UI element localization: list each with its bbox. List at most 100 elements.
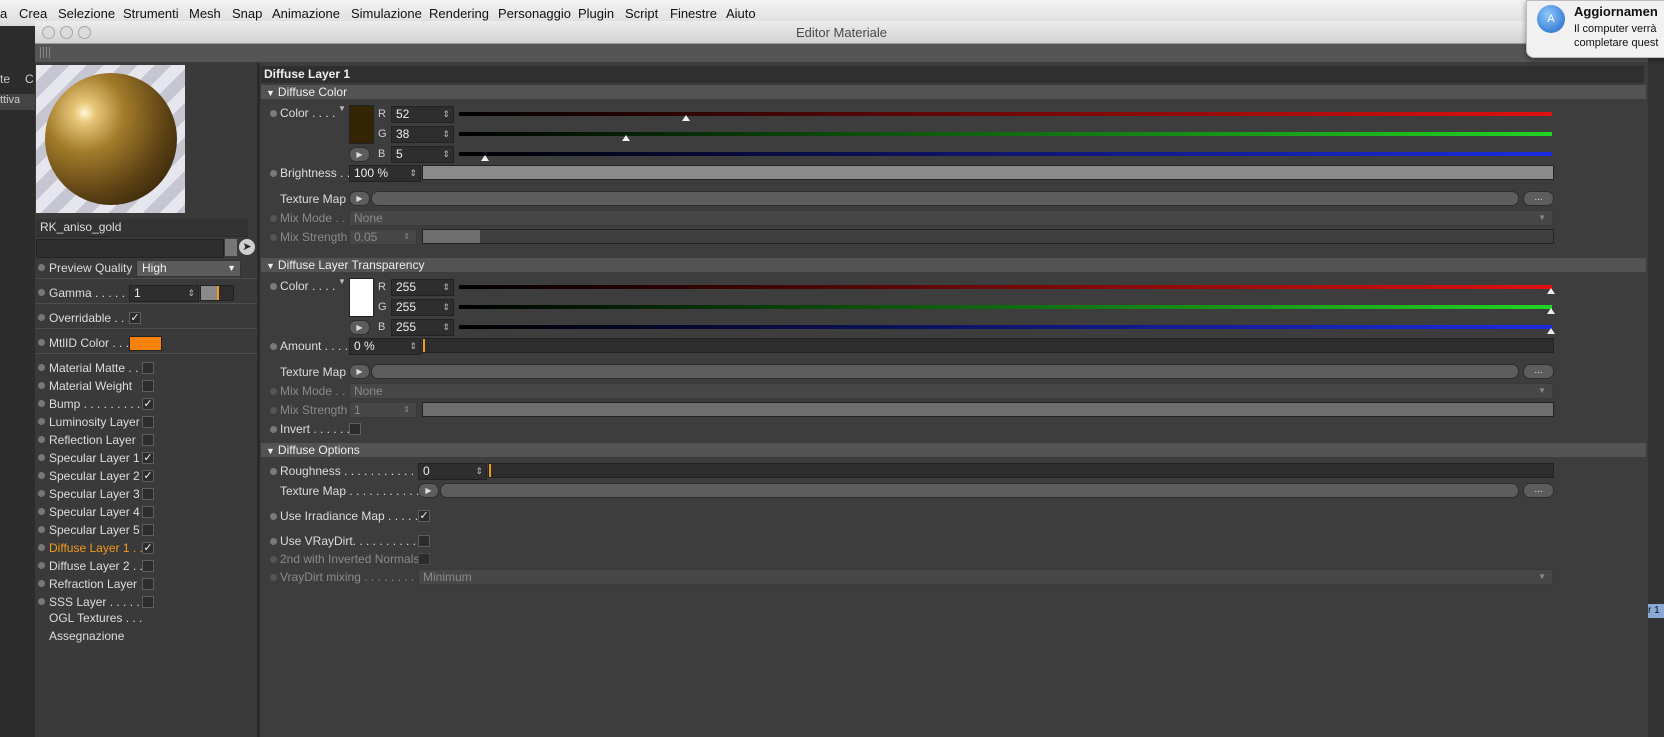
animate-bullet-icon[interactable] <box>270 513 277 520</box>
slider-handle[interactable] <box>1547 308 1555 314</box>
channel-checkbox[interactable] <box>142 488 154 500</box>
channel-item[interactable]: Reflection Layer <box>35 431 257 449</box>
blue-field[interactable]: 255 ⇕ <box>391 319 454 336</box>
mix-strength-slider[interactable] <box>422 229 1554 244</box>
spinner-icon[interactable]: ⇕ <box>409 166 417 181</box>
texture-map-button[interactable]: ▶ <box>349 191 370 206</box>
spinner-icon[interactable]: ⇕ <box>187 286 195 301</box>
update-notification[interactable]: A Aggiornamen Il computer verrà completar… <box>1526 0 1664 58</box>
channel-item[interactable]: Bump . . . . . . . . . . ✓ <box>35 395 257 413</box>
mtlid-color-swatch[interactable] <box>129 336 162 351</box>
gamma-slider[interactable] <box>200 285 234 301</box>
slider-handle[interactable] <box>481 155 489 161</box>
mix-mode-dropdown[interactable]: None ▼ <box>349 210 1553 226</box>
channel-item[interactable]: Specular Layer 3 <box>35 485 257 503</box>
channel-checkbox[interactable] <box>142 560 154 572</box>
green-field[interactable]: 255 ⇕ <box>391 299 454 316</box>
animate-bullet-icon[interactable] <box>38 264 45 271</box>
mix-strength-slider[interactable] <box>422 402 1554 417</box>
section-diffuse-color[interactable]: ▼ Diffuse Color <box>261 85 1646 99</box>
channel-checkbox[interactable]: ✓ <box>142 470 154 482</box>
animate-bullet-icon[interactable] <box>38 314 45 321</box>
red-field[interactable]: 52 ⇕ <box>391 106 454 123</box>
animate-bullet-icon[interactable] <box>270 388 277 395</box>
blue-slider[interactable] <box>459 325 1555 334</box>
color-picker-button[interactable]: ▶ <box>349 147 370 162</box>
animate-bullet-icon[interactable] <box>270 110 277 117</box>
channel-checkbox[interactable] <box>142 506 154 518</box>
channel-item[interactable]: Specular Layer 5 <box>35 521 257 539</box>
blue-slider[interactable] <box>459 152 1552 161</box>
channel-item[interactable]: Material Matte . . <box>35 359 257 377</box>
channel-checkbox[interactable]: ✓ <box>142 542 154 554</box>
spinner-icon[interactable]: ⇕ <box>442 147 450 162</box>
animate-bullet-icon[interactable] <box>38 544 45 551</box>
menu-item-snap[interactable]: Snap <box>232 6 262 21</box>
channel-item[interactable]: Diffuse Layer 2 . . <box>35 557 257 575</box>
spinner-icon[interactable]: ⇕ <box>442 280 450 295</box>
animate-bullet-icon[interactable] <box>270 234 277 241</box>
spinner-icon[interactable]: ⇕ <box>442 127 450 142</box>
animate-bullet-icon[interactable] <box>270 283 277 290</box>
brightness-slider[interactable] <box>422 165 1554 180</box>
animate-bullet-icon[interactable] <box>38 472 45 479</box>
texture-map-browse-button[interactable]: ... <box>1523 191 1554 206</box>
material-preview[interactable] <box>36 65 185 213</box>
animate-bullet-icon[interactable] <box>38 598 45 605</box>
animate-bullet-icon[interactable] <box>270 215 277 222</box>
channel-checkbox[interactable]: ✓ <box>142 398 154 410</box>
animate-bullet-icon[interactable] <box>38 339 45 346</box>
texture-map-button[interactable]: ▶ <box>418 483 439 498</box>
menu-item-a[interactable]: a <box>0 6 7 21</box>
animate-bullet-icon[interactable] <box>38 526 45 533</box>
animate-bullet-icon[interactable] <box>38 364 45 371</box>
channel-checkbox[interactable] <box>142 380 154 392</box>
menu-item-crea[interactable]: Crea <box>19 6 47 21</box>
menu-item-script[interactable]: Script <box>625 6 658 21</box>
mix-mode-dropdown[interactable]: None ▼ <box>349 383 1553 399</box>
animate-bullet-icon[interactable] <box>38 418 45 425</box>
texture-map-button[interactable]: ▶ <box>349 364 370 379</box>
animate-bullet-icon[interactable] <box>38 454 45 461</box>
red-field[interactable]: 255 ⇕ <box>391 279 454 296</box>
section-diffuse-options[interactable]: ▼ Diffuse Options <box>261 443 1646 457</box>
menu-item-mesh[interactable]: Mesh <box>189 6 221 21</box>
spinner-icon[interactable]: ⇕ <box>442 320 450 335</box>
animate-bullet-icon[interactable] <box>270 170 277 177</box>
spinner-icon[interactable]: ⇕ <box>442 107 450 122</box>
animate-bullet-icon[interactable] <box>38 289 45 296</box>
channel-checkbox[interactable] <box>142 416 154 428</box>
menu-item-finestre[interactable]: Finestre <box>670 6 717 21</box>
spinner-icon[interactable]: ⇕ <box>475 464 483 479</box>
menu-item-personaggio[interactable]: Personaggio <box>498 6 571 21</box>
channel-checkbox[interactable] <box>142 434 154 446</box>
menu-item-animazione[interactable]: Animazione <box>272 6 340 21</box>
preview-quality-dropdown[interactable]: High ▼ <box>136 260 241 277</box>
channel-item[interactable]: Specular Layer 4 <box>35 503 257 521</box>
transparency-color-swatch[interactable] <box>349 278 374 317</box>
channel-checkbox[interactable] <box>142 524 154 536</box>
chevron-down-icon[interactable]: ▼ <box>338 100 346 118</box>
assignment-row[interactable]: Assegnazione <box>35 627 257 645</box>
slider-handle[interactable] <box>622 135 630 141</box>
chevron-down-icon[interactable]: ▼ <box>338 273 346 291</box>
green-field[interactable]: 38 ⇕ <box>391 126 454 143</box>
texture-map-field[interactable] <box>371 191 1519 206</box>
animate-bullet-icon[interactable] <box>38 562 45 569</box>
animate-bullet-icon[interactable] <box>38 382 45 389</box>
texture-map-browse-button[interactable]: ... <box>1523 364 1554 379</box>
green-slider[interactable] <box>459 132 1552 141</box>
channel-item[interactable]: Luminosity Layer <box>35 413 257 431</box>
slider-handle[interactable] <box>1547 328 1555 334</box>
cursor-icon[interactable]: ➤ <box>239 239 255 255</box>
brightness-field[interactable]: 100 % ⇕ <box>349 165 421 182</box>
spinner-icon[interactable]: ⇕ <box>403 403 410 417</box>
section-diffuse-layer-transparency[interactable]: ▼ Diffuse Layer Transparency <box>261 258 1646 272</box>
spinner-icon[interactable]: ⇕ <box>442 300 450 315</box>
menu-item-rendering[interactable]: Rendering <box>429 6 489 21</box>
material-name-field[interactable]: RK_aniso_gold <box>36 219 248 237</box>
color-picker-button[interactable]: ▶ <box>349 320 370 335</box>
roughness-field[interactable]: 0 ⇕ <box>418 463 487 480</box>
animate-bullet-icon[interactable] <box>270 407 277 414</box>
red-slider[interactable] <box>459 112 1552 121</box>
